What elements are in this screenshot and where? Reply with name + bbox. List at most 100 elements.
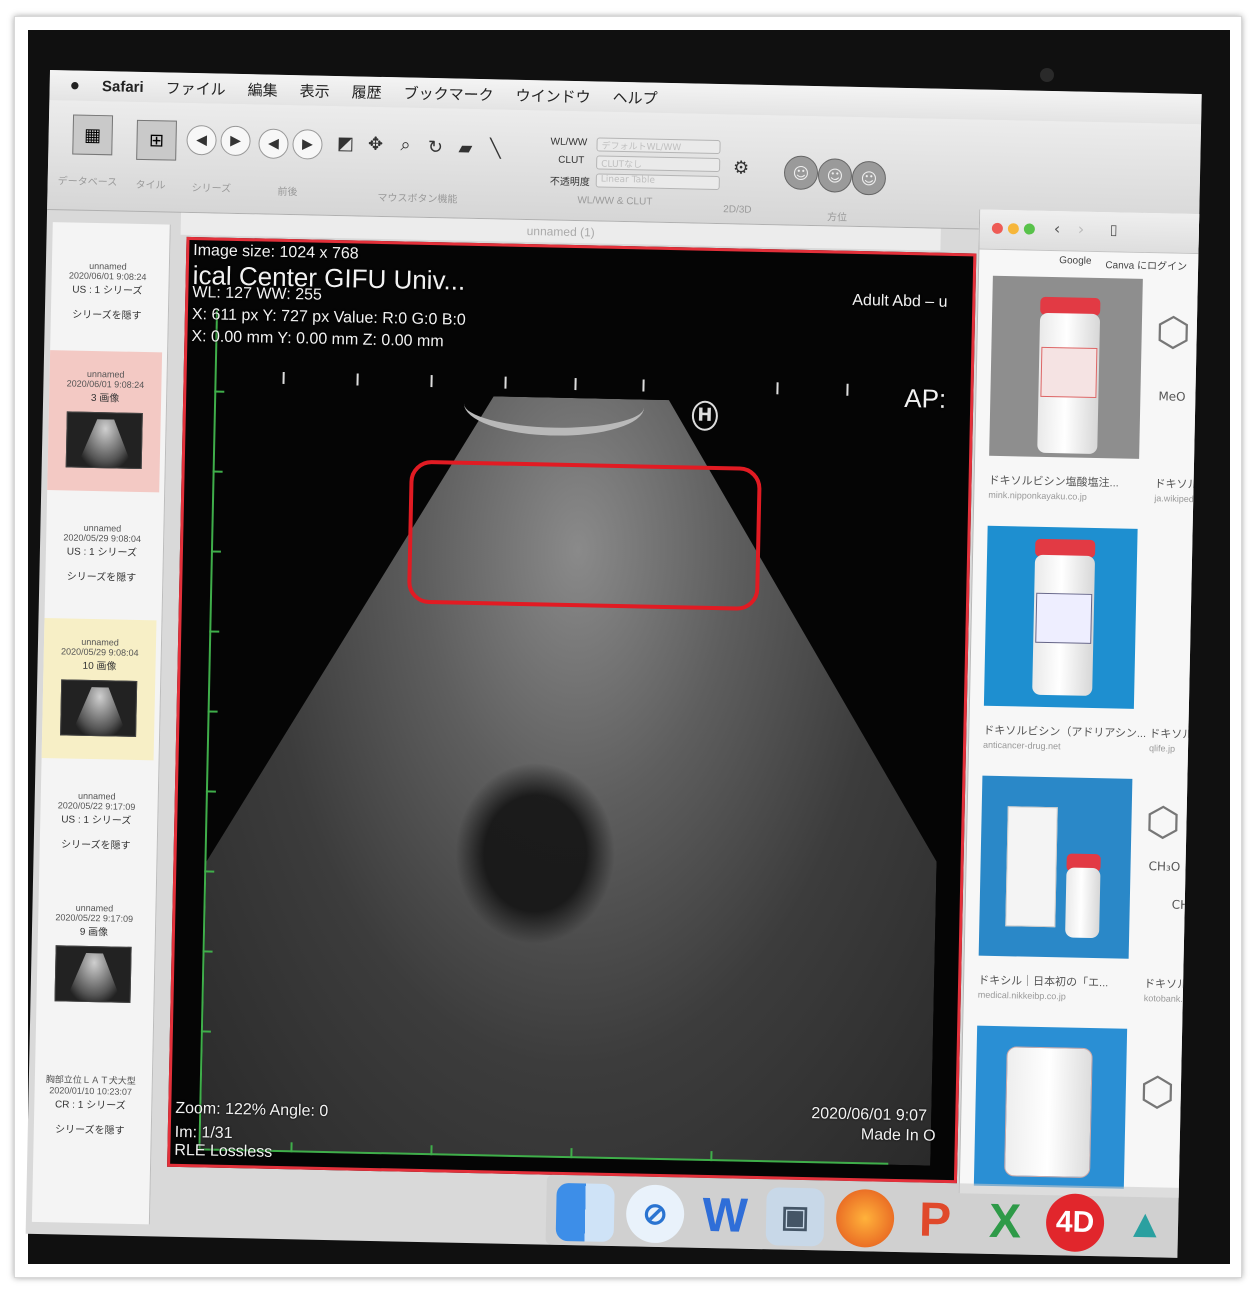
overlay-wlww: WL: 127 WW: 255 (192, 284, 323, 304)
result-source: anticancer-drug.net (982, 739, 1061, 752)
menu-app-name[interactable]: Safari (102, 78, 144, 96)
osirix-4d-icon[interactable]: 4D (1045, 1193, 1105, 1253)
image-result-row[interactable]: ドキソルビシン（アドリアシン... anticancer-drug.net ドキ… (974, 525, 1202, 754)
close-icon[interactable] (991, 222, 1004, 234)
opacity-select[interactable]: Linear Table (595, 173, 720, 191)
scale-tick (574, 378, 577, 391)
back-icon[interactable]: ‹ (1054, 219, 1061, 238)
roi-highlight[interactable] (406, 459, 762, 611)
study-item[interactable]: unnamed 2020/06/01 9:08:24 US : 1 シリーズ シ… (51, 260, 164, 322)
image-result-row[interactable]: ⬡ CH₃O CH ドキシル｜日本初の「エ... medical.nikkeib… (968, 775, 1202, 1004)
result-image[interactable] (983, 525, 1138, 709)
excel-icon[interactable]: X (975, 1192, 1034, 1251)
image-next-icon[interactable]: ▶ (292, 129, 323, 160)
result-source: qlife.jp (1148, 743, 1176, 754)
result-image[interactable] (973, 1025, 1128, 1189)
image-viewer[interactable]: H Image size: 1024 x 768 ical Center GIF… (167, 236, 977, 1184)
vial-label (1035, 592, 1093, 644)
powerpoint-icon[interactable]: P (906, 1190, 965, 1249)
result-caption[interactable]: ドキシル｜日本初の「エ... (978, 972, 1108, 991)
menu-history[interactable]: 履歴 (351, 81, 381, 103)
favorite-canva[interactable]: Canva にログイン (1105, 256, 1187, 273)
series-thumbnail[interactable] (54, 945, 132, 1003)
menu-window[interactable]: ウインドウ (515, 84, 590, 107)
wlww-select[interactable]: デフォルトWL/WW (596, 137, 721, 155)
scroll-tool-icon[interactable]: ▰ (452, 134, 479, 161)
image-prev-icon[interactable]: ◀ (258, 128, 289, 160)
safari-icon[interactable]: ⊘ (625, 1184, 685, 1244)
overlay-compression: RLE Lossless (174, 1141, 273, 1161)
firefox-icon[interactable] (835, 1188, 895, 1248)
study-item[interactable]: unnamed 2020/05/22 9:17:09 US : 1 シリーズ シ… (40, 790, 153, 852)
series-item[interactable]: unnamed 2020/05/22 9:17:09 9 画像 (36, 902, 151, 1034)
drug-box (1005, 806, 1058, 928)
menu-file[interactable]: ファイル (165, 77, 225, 99)
gear-icon[interactable]: ⚙ (728, 154, 755, 181)
scale-tick (356, 373, 359, 386)
zoom-tool-icon[interactable]: ⌕ (392, 131, 419, 158)
axial-head-icon[interactable]: ☺ (783, 155, 819, 191)
menu-bookmarks[interactable]: ブックマーク (403, 82, 493, 105)
sidebar-icon[interactable]: ▯ (1110, 222, 1118, 238)
favorite-google[interactable]: Google (1059, 255, 1091, 271)
move-tool-icon[interactable]: ✥ (362, 131, 389, 158)
ruler-tick (570, 1148, 573, 1159)
safari-toolbar: ‹ › ▯ (979, 209, 1202, 255)
series-item-selected[interactable]: unnamed 2020/06/01 9:08:24 3 画像 (47, 350, 163, 493)
study-item[interactable]: 胸部立位ＬＡＴ犬大型 2020/01/10 10:23:07 CR : 1 シリ… (34, 1072, 147, 1137)
study-item[interactable]: unnamed 2020/05/29 9:08:04 US : 1 シリーズ シ… (45, 522, 158, 584)
study-info: CR : 1 シリーズ (54, 1099, 126, 1112)
wlww-tool-icon[interactable]: ◩ (332, 130, 359, 157)
result-image[interactable] (978, 775, 1133, 959)
result-caption[interactable]: ドキソルビシン（アドリアシン... (983, 722, 1146, 741)
database-icon[interactable]: ▦ (72, 114, 114, 156)
vial-label (1040, 346, 1098, 398)
label-series: シリーズ (191, 182, 232, 195)
apple-icon[interactable]: ● (69, 75, 80, 95)
series-item[interactable]: unnamed 2020/05/29 9:08:04 10 画像 (41, 618, 157, 761)
label-orientation: 方位 (826, 212, 848, 224)
word-icon[interactable]: W (696, 1186, 755, 1245)
molecule-image[interactable]: ⬡ (1155, 309, 1191, 356)
molecule-image[interactable]: ⬡ (1139, 1069, 1175, 1116)
tile-icon[interactable]: ⊞ (136, 119, 177, 161)
series-prev-icon[interactable]: ◀ (186, 124, 217, 156)
menu-help[interactable]: ヘルプ (612, 86, 657, 108)
result-image[interactable] (989, 275, 1143, 459)
image-result-row[interactable]: ⬡ (963, 1025, 1202, 1189)
h-marker-icon: H (691, 400, 719, 432)
measure-tool-icon[interactable]: ╲ (482, 135, 509, 162)
finder-icon[interactable] (555, 1182, 615, 1243)
label-mouse-function: マウスボタン機能 (377, 192, 458, 206)
label-wlww-clut: WL/WW & CLUT (577, 195, 653, 208)
rotate-tool-icon[interactable]: ↻ (422, 134, 449, 161)
minimize-icon[interactable] (1007, 223, 1020, 235)
molecule-image[interactable]: ⬡ (1145, 799, 1181, 846)
hide-series-link[interactable]: シリーズを隠す (51, 305, 163, 322)
overlay-pixel-value: X: 611 px Y: 727 px Value: R:0 G:0 B:0 (191, 306, 466, 329)
image-result-row[interactable]: ⬡ MeO ドキソルビシン塩酸塩注... mink.nipponkayaku.c… (979, 275, 1202, 505)
hide-series-link[interactable]: シリーズを隠す (45, 567, 157, 584)
horos-icon[interactable]: ▲ (1115, 1195, 1174, 1254)
clut-select[interactable]: CLUTなし (596, 155, 721, 173)
ruler-tick (710, 1151, 713, 1162)
forward-icon[interactable]: › (1078, 220, 1085, 239)
menu-view[interactable]: 表示 (299, 80, 329, 102)
series-count: 9 画像 (79, 926, 109, 939)
scale-tick (776, 382, 779, 395)
series-next-icon[interactable]: ▶ (220, 125, 251, 157)
scale-tick (282, 371, 285, 384)
series-thumbnail[interactable] (65, 411, 143, 470)
sagittal-head-icon[interactable]: ☺ (851, 160, 887, 196)
series-count: 3 画像 (90, 392, 120, 405)
preview-icon[interactable]: ▣ (765, 1187, 825, 1247)
result-caption[interactable]: ドキソルビシン塩酸塩注... (988, 472, 1118, 491)
result-caption[interactable]: ドキソル (1149, 725, 1193, 742)
series-thumbnail[interactable] (60, 679, 138, 737)
hide-series-link[interactable]: シリーズを隠す (40, 835, 152, 852)
zoom-window-icon[interactable] (1023, 223, 1035, 235)
safari-window: ‹ › ▯ Google Canva にログイン ⬡ MeO ドキソルビシン塩酸… (958, 209, 1202, 1199)
menu-edit[interactable]: 編集 (247, 79, 277, 101)
coronal-head-icon[interactable]: ☺ (817, 158, 853, 193)
hide-series-link[interactable]: シリーズを隠す (34, 1120, 146, 1137)
